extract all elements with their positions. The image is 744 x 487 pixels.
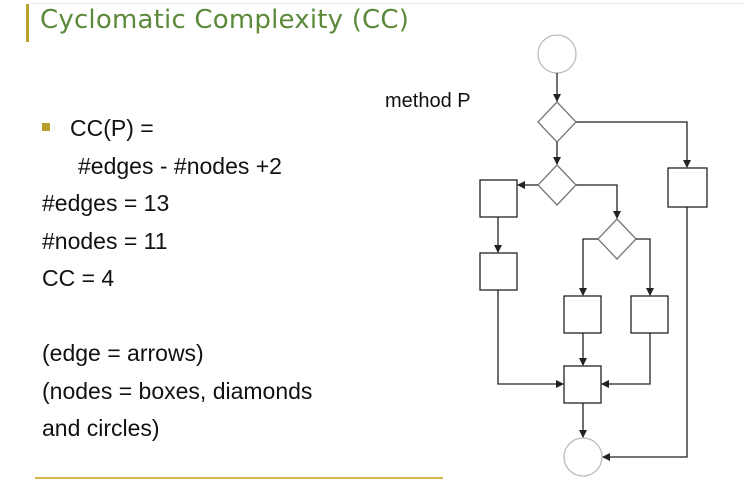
edge-d3-to-right	[636, 238, 654, 296]
decision-node-1	[537, 101, 577, 143]
box-node-left-2	[479, 252, 518, 291]
edge-right-to-join	[601, 333, 651, 388]
box-node-mid	[563, 295, 602, 334]
slide: Cyclomatic Complexity (CC) CC(P) = #edge…	[0, 0, 744, 487]
entry-node	[537, 34, 577, 74]
control-flow-graph	[479, 34, 708, 477]
edge-d2-to-d3	[576, 184, 621, 219]
box-node-right	[630, 295, 669, 334]
decision-node-3	[597, 218, 637, 260]
edge-d1-to-far-right	[576, 121, 691, 168]
edge-left-2-to-join	[497, 290, 564, 388]
box-node-far-right	[667, 167, 708, 208]
edge-d3-to-mid	[579, 238, 598, 296]
box-node-join	[563, 365, 602, 404]
decision-node-2	[537, 164, 577, 206]
box-node-left-1	[479, 179, 518, 218]
exit-node	[563, 437, 603, 477]
